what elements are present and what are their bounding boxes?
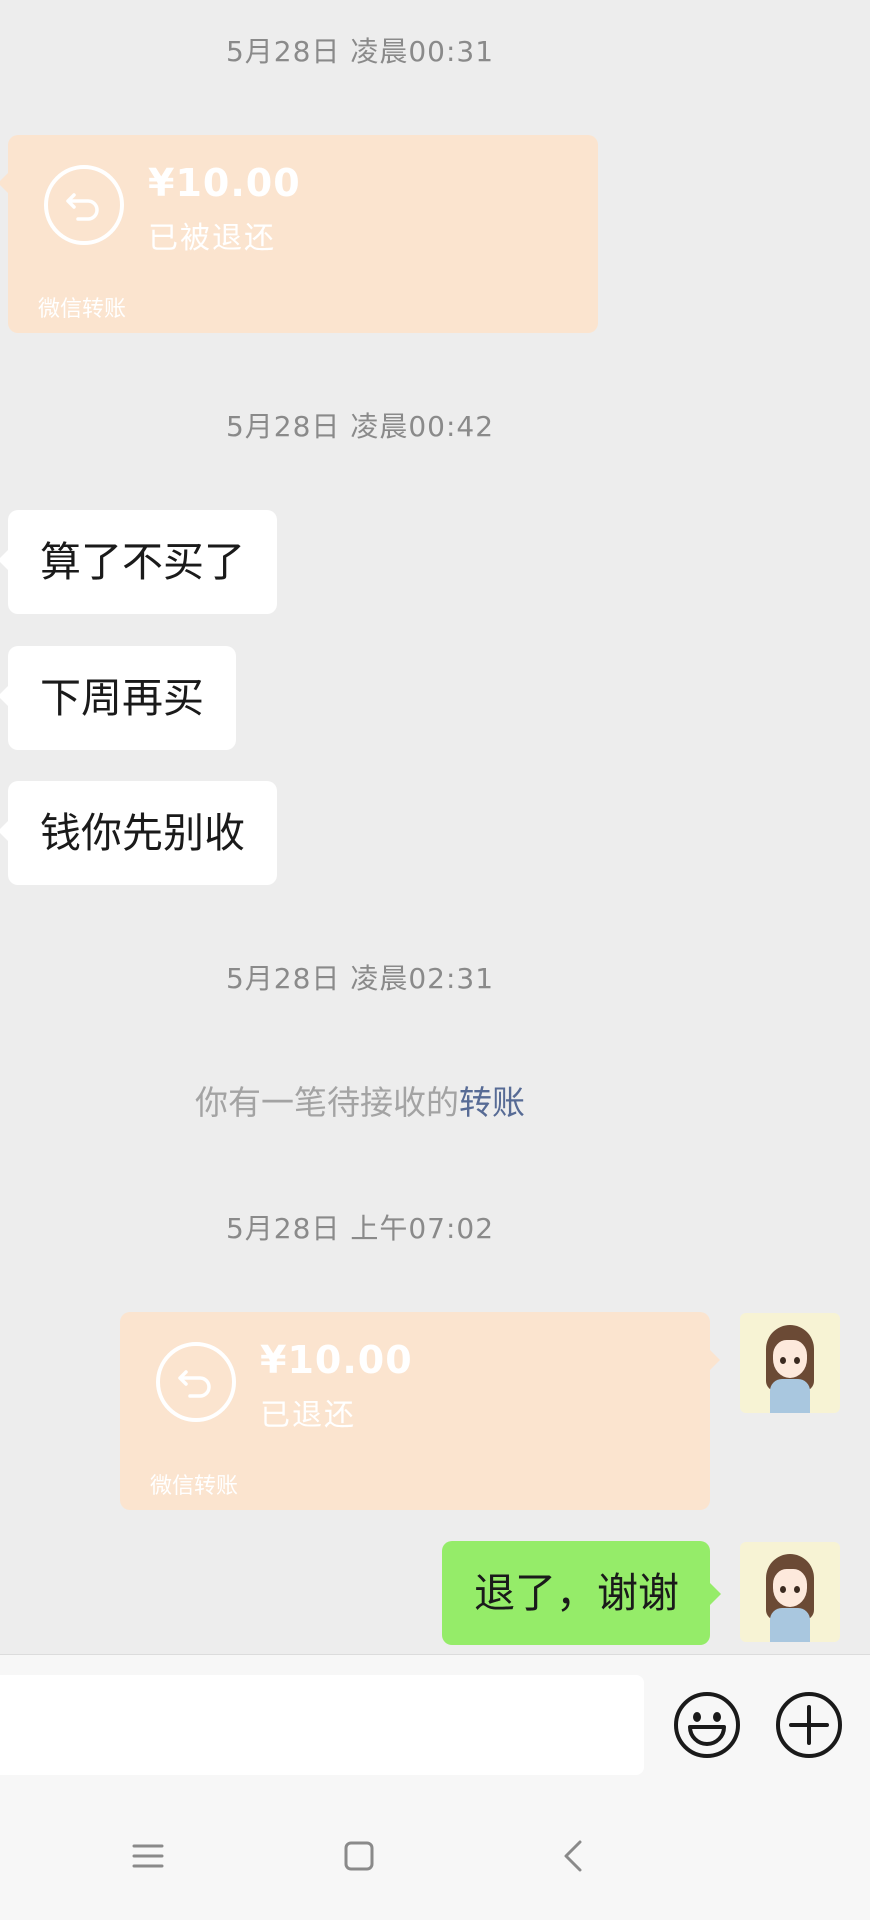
bubble-tail — [0, 821, 8, 841]
avatar-eye — [780, 1357, 786, 1364]
chat-area[interactable]: 5月28日 凌晨00:31 ¥10.00 已被退还 微信转账 5月28日 凌晨0… — [0, 0, 870, 1654]
transfer-source: 微信转账 — [38, 297, 127, 322]
transfer-card-received[interactable]: ¥10.00 已被退还 微信转账 — [0, 135, 598, 333]
system-notice: 你有一笔待接收的转账 — [0, 1076, 720, 1124]
avatar-eye — [780, 1586, 786, 1593]
plus-circle-icon[interactable] — [775, 1691, 843, 1759]
timestamp: 5月28日 凌晨00:42 — [225, 410, 495, 443]
message-text: 钱你先别收 — [40, 809, 245, 857]
avatar[interactable] — [740, 1313, 840, 1413]
bubble-tail — [0, 173, 8, 193]
avatar-body — [770, 1379, 810, 1413]
message-input[interactable] — [0, 1675, 644, 1775]
timestamp: 5月28日 凌晨00:31 — [225, 35, 495, 68]
transfer-card-sent[interactable]: ¥10.00 已退还 微信转账 — [120, 1312, 720, 1510]
emoji-icon[interactable] — [673, 1691, 741, 1759]
message-text: 下周再买 — [40, 674, 204, 722]
avatar-face — [773, 1569, 807, 1607]
home-square-icon[interactable] — [337, 1834, 381, 1878]
system-notice-text: 你有一笔待接收的 — [195, 1083, 459, 1122]
transfer-source: 微信转账 — [150, 1474, 239, 1499]
back-chevron-icon[interactable] — [552, 1834, 596, 1878]
transfer-status: 已退还 — [260, 1398, 356, 1433]
input-bar — [0, 1654, 870, 1799]
avatar-eye — [794, 1586, 800, 1593]
transfer-amount: ¥10.00 — [260, 1338, 413, 1382]
message-text: 算了不买了 — [40, 538, 245, 586]
avatar-face — [773, 1340, 807, 1378]
received-message[interactable]: 算了不买了 — [0, 510, 277, 614]
transfer-link[interactable]: 转账 — [459, 1083, 525, 1122]
received-message[interactable]: 下周再买 — [0, 646, 236, 750]
menu-icon[interactable] — [126, 1834, 170, 1878]
bubble-tail — [0, 550, 8, 570]
message-text: 退了，谢谢 — [474, 1569, 679, 1617]
bubble-tail — [710, 1583, 721, 1605]
bubble-tail — [710, 1350, 720, 1370]
avatar-eye — [794, 1357, 800, 1364]
system-navigation-bar — [0, 1798, 870, 1920]
avatar[interactable] — [740, 1542, 840, 1642]
timestamp: 5月28日 凌晨02:31 — [225, 962, 495, 995]
bubble-tail — [0, 686, 8, 706]
avatar-body — [770, 1608, 810, 1642]
transfer-amount: ¥10.00 — [148, 161, 301, 205]
timestamp: 5月28日 上午07:02 — [225, 1212, 495, 1245]
transfer-status: 已被退还 — [148, 221, 276, 256]
return-arrow-icon — [44, 165, 124, 245]
received-message[interactable]: 钱你先别收 — [0, 781, 277, 885]
return-arrow-icon — [156, 1342, 236, 1422]
sent-message[interactable]: 退了，谢谢 — [442, 1541, 721, 1645]
